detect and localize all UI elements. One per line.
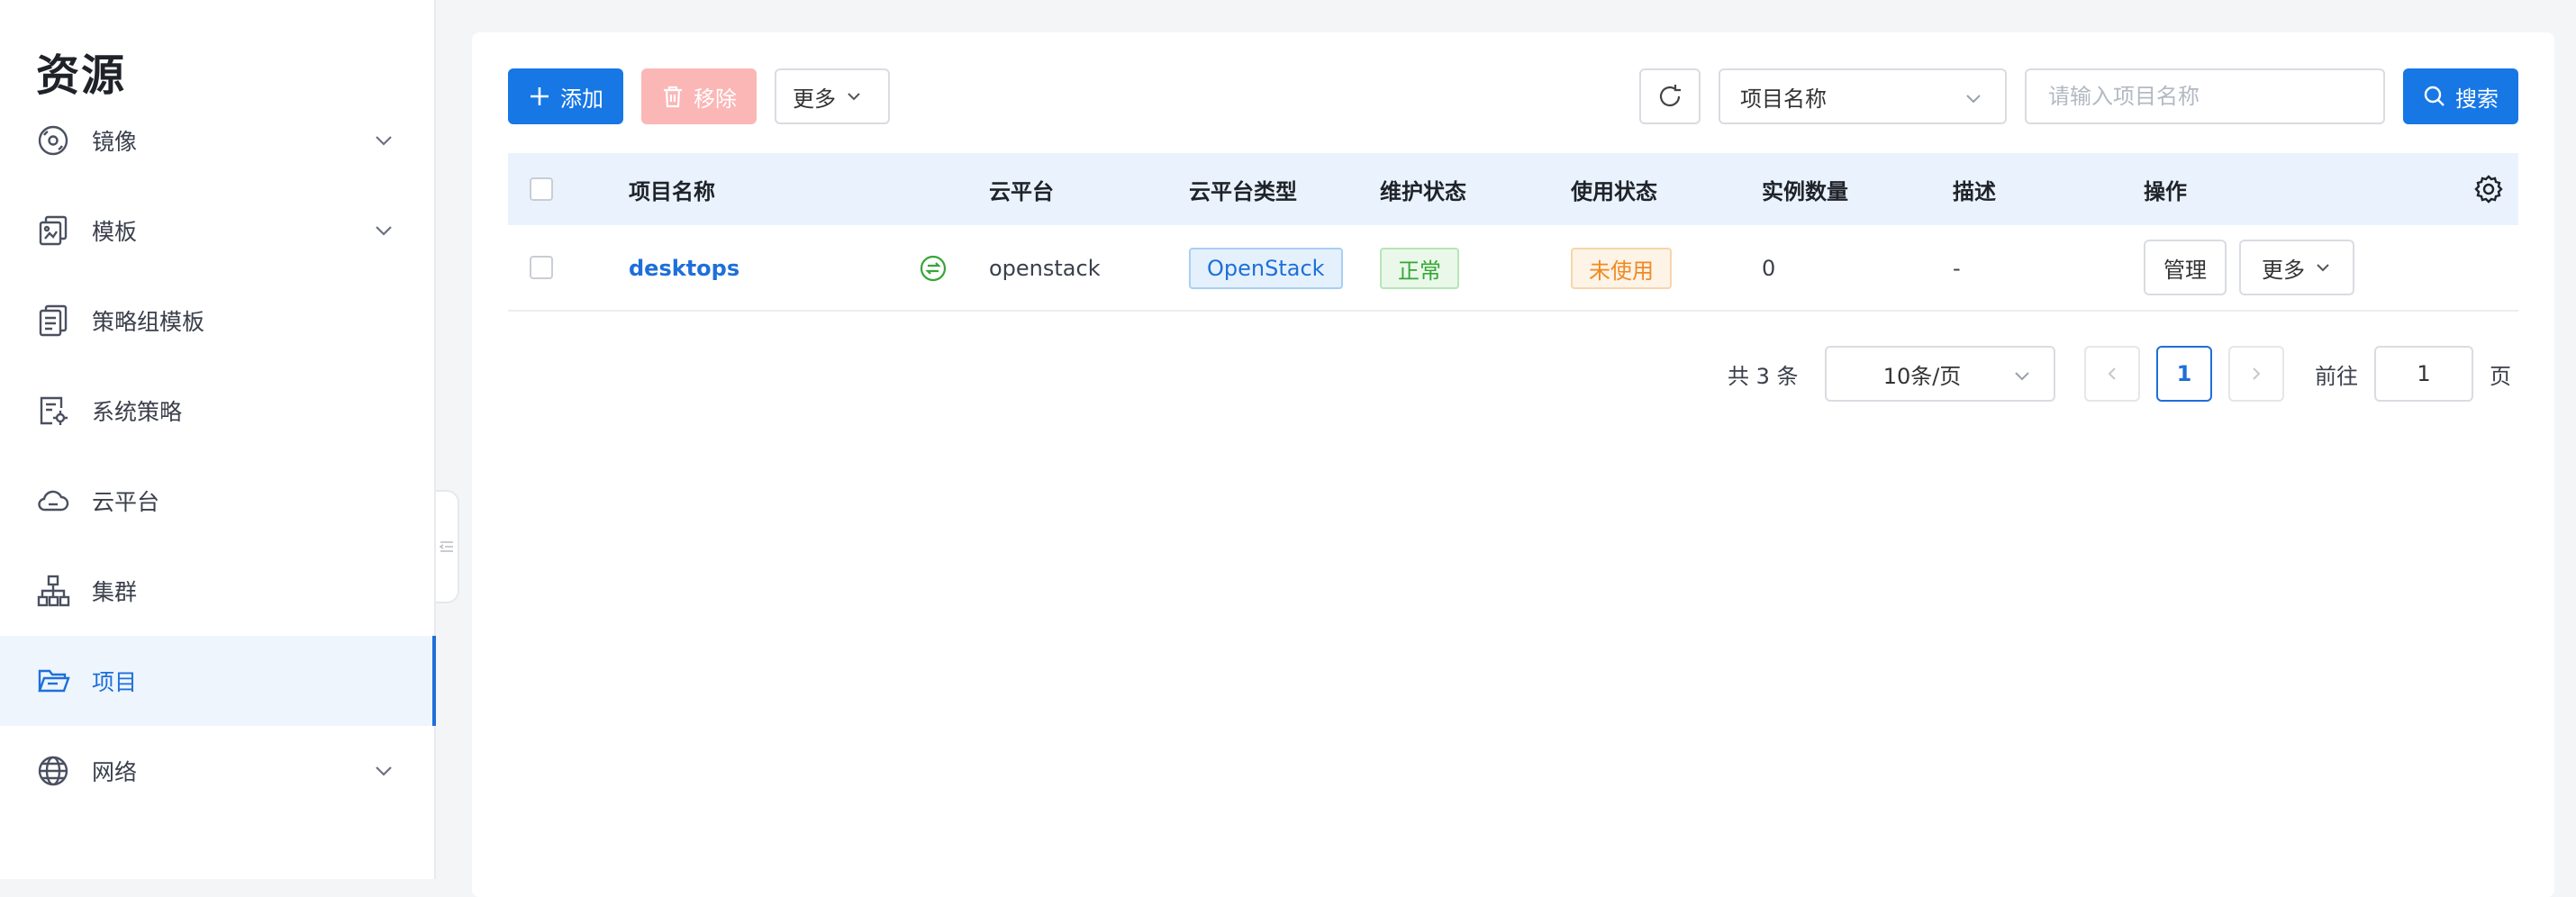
sidebar-item-policy-group-template[interactable]: 策略组模板 (0, 276, 434, 366)
sidebar-collapse-handle[interactable] (436, 490, 459, 603)
refresh-icon (1659, 85, 1681, 107)
table-row: desktops openstack OpenStack 正常 未使用 0 - … (508, 225, 2518, 312)
disc-icon (36, 123, 70, 158)
add-button-label: 添加 (560, 86, 603, 112)
sidebar-nav: 镜像 模板 策略组模板 系统策略 云平台 集群 项目 网络 (0, 95, 436, 816)
more-button[interactable]: 更多 (775, 68, 890, 124)
column-settings-button[interactable] (2473, 153, 2504, 225)
column-header-usage-status[interactable]: 使用状态 (1571, 153, 1657, 225)
column-header-actions: 操作 (2144, 178, 2187, 204)
description-cell: - (1953, 256, 1961, 281)
sidebar-item-cluster[interactable]: 集群 (0, 546, 434, 636)
search-input[interactable] (2046, 83, 2383, 110)
project-name-link[interactable]: desktops (629, 225, 739, 312)
goto-label: 前往 (2315, 363, 2358, 389)
column-header-project-name[interactable]: 项目名称 (629, 153, 715, 225)
sidebar: 资源 镜像 模板 策略组模板 系统策略 云平台 集群 项目 网络 (0, 0, 436, 879)
gear-icon (2474, 175, 2503, 204)
pagination-total: 共 3 条 (1728, 363, 1799, 389)
plus-icon (531, 87, 549, 105)
column-header-description[interactable]: 描述 (1953, 153, 1996, 225)
manage-button-label: 管理 (2163, 257, 2207, 283)
column-header-instance-count[interactable]: 实例数量 (1762, 153, 1848, 225)
sidebar-item-label: 镜像 (92, 129, 138, 155)
sidebar-item-label: 网络 (92, 759, 138, 785)
search-button-label: 搜索 (2455, 86, 2499, 112)
chevron-left-icon (2108, 367, 2116, 380)
sidebar-item-project[interactable]: 项目 (0, 636, 436, 726)
sidebar-item-label: 项目 (92, 669, 138, 695)
select-all-checkbox[interactable] (530, 177, 553, 201)
column-header-maintenance-status[interactable]: 维护状态 (1380, 153, 1466, 225)
cloud-icon (36, 484, 70, 518)
refresh-button[interactable] (1639, 68, 1701, 124)
remove-button-label: 移除 (694, 86, 737, 112)
filter-field-value: 项目名称 (1740, 86, 1827, 112)
manage-button[interactable]: 管理 (2144, 240, 2227, 295)
policy-group-icon (36, 304, 70, 338)
platform-cell: openstack (989, 256, 1101, 281)
goto-page-input-wrapper (2374, 346, 2473, 402)
maintenance-status-cell: 正常 (1380, 225, 1459, 312)
table-header: 项目名称 云平台 云平台类型 维护状态 使用状态 实例数量 描述 操作 (508, 153, 2518, 225)
sidebar-item-system-policy[interactable]: 系统策略 (0, 366, 434, 456)
platform-type-cell: OpenStack (1189, 225, 1343, 312)
maintenance-status-tag: 正常 (1380, 248, 1459, 289)
sidebar-item-cloud-platform[interactable]: 云平台 (0, 456, 434, 546)
chevron-down-icon (376, 226, 392, 236)
template-icon (36, 213, 70, 248)
usage-status-cell: 未使用 (1571, 225, 1672, 312)
sidebar-title: 资源 (36, 50, 127, 101)
folder-icon (36, 664, 70, 698)
page-size-select[interactable]: 10条/页 (1825, 346, 2055, 402)
page-suffix: 页 (2490, 363, 2511, 389)
remove-button[interactable]: 移除 (641, 68, 757, 124)
chevron-down-icon (376, 136, 392, 146)
row-checkbox[interactable] (530, 256, 553, 279)
usage-status-tag: 未使用 (1571, 248, 1672, 289)
page-number-1[interactable]: 1 (2156, 346, 2212, 402)
page-size-value: 10条/页 (1882, 363, 1962, 389)
globe-icon (36, 754, 70, 788)
row-more-button-label: 更多 (2262, 257, 2305, 283)
system-policy-icon (36, 394, 70, 428)
goto-page-input[interactable] (2376, 360, 2472, 387)
chevron-down-icon (2015, 372, 2029, 381)
sidebar-item-label: 云平台 (92, 489, 160, 515)
trash-icon (664, 86, 682, 108)
collapse-icon (439, 541, 453, 552)
sidebar-item-template[interactable]: 模板 (0, 186, 434, 276)
sidebar-item-label: 集群 (92, 579, 138, 605)
main-card: 添加 移除 更多 项目名称 搜索 项目名称 云平台 云平台类型 维护状态 使用状… (472, 32, 2554, 897)
instance-count-cell: 0 (1762, 256, 1776, 281)
search-button[interactable]: 搜索 (2403, 68, 2518, 124)
row-more-button[interactable]: 更多 (2239, 240, 2354, 295)
next-page-button[interactable] (2228, 346, 2284, 402)
chevron-right-icon (2253, 367, 2261, 380)
column-header-platform-type[interactable]: 云平台类型 (1189, 153, 1297, 225)
more-button-label: 更多 (793, 86, 836, 112)
sidebar-item-label: 策略组模板 (92, 309, 205, 335)
cluster-icon (36, 574, 70, 608)
chevron-down-icon (1966, 95, 1981, 104)
search-icon (2424, 86, 2444, 106)
search-input-wrapper (2025, 68, 2385, 124)
add-button[interactable]: 添加 (508, 68, 623, 124)
column-header-platform[interactable]: 云平台 (989, 153, 1054, 225)
sidebar-item-label: 系统策略 (92, 399, 183, 425)
sync-icon (920, 255, 947, 282)
sync-status-cell[interactable] (919, 225, 948, 312)
chevron-down-icon (848, 93, 860, 101)
prev-page-button[interactable] (2084, 346, 2140, 402)
chevron-down-icon (2317, 264, 2329, 272)
filter-field-select[interactable]: 项目名称 (1719, 68, 2007, 124)
sidebar-item-image[interactable]: 镜像 (0, 95, 434, 186)
platform-type-tag: OpenStack (1189, 248, 1343, 289)
chevron-down-icon (376, 766, 392, 776)
sidebar-item-network[interactable]: 网络 (0, 726, 434, 816)
sidebar-item-label: 模板 (92, 219, 138, 245)
